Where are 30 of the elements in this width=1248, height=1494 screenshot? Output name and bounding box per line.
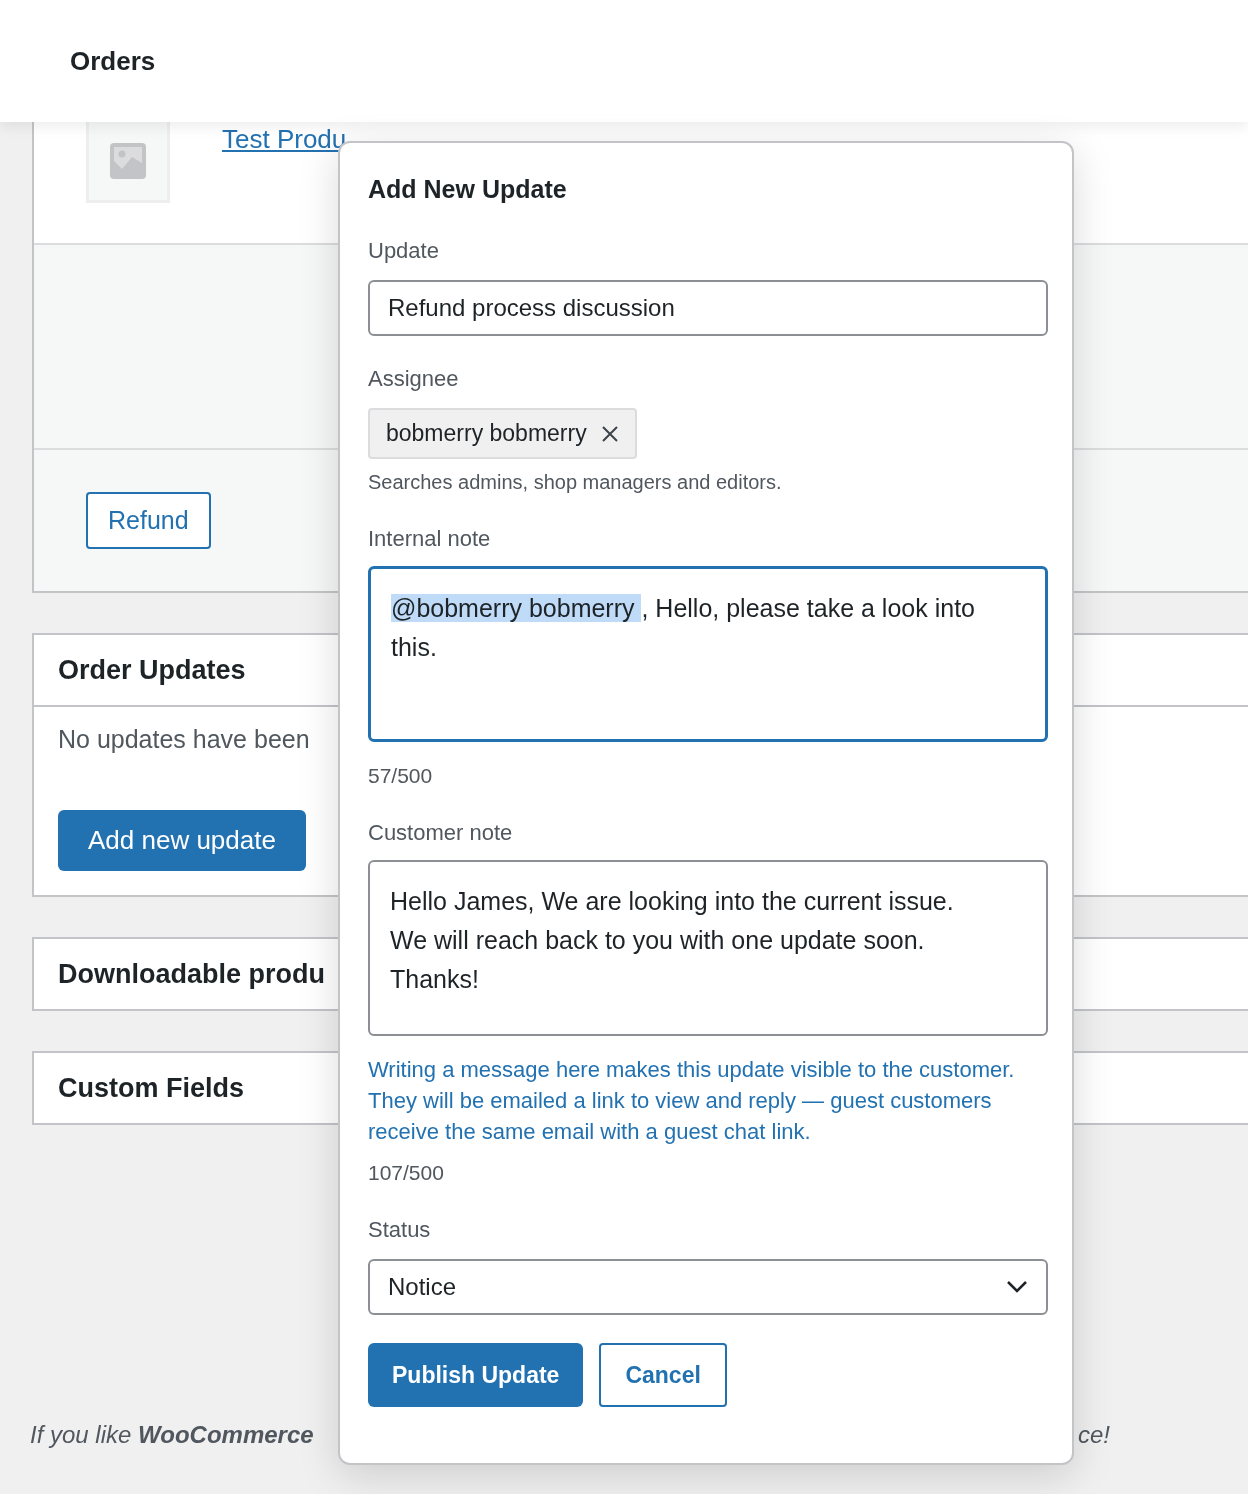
page-title: Orders: [70, 45, 156, 77]
footer-text: ce!: [1078, 1421, 1110, 1449]
update-input-field[interactable]: Refund process discussion: [368, 280, 1048, 336]
publish-button[interactable]: Publish Update: [368, 1343, 584, 1407]
field-label: Internal note: [368, 526, 492, 552]
field-label: Assignee: [368, 366, 460, 392]
panel-title: Order Updates: [58, 654, 246, 686]
panel-title: Downloadable produ: [58, 958, 325, 990]
field-label: Customer note: [368, 820, 514, 846]
panel-title: Custom Fields: [58, 1072, 245, 1104]
status-select[interactable]: Notice: [368, 1259, 1048, 1315]
add-update-button[interactable]: Add new update: [58, 810, 306, 871]
internal-note-field[interactable]: @bobmerry bobmerry , Hello, please take a look into this.: [368, 566, 1048, 742]
field-label: Update: [368, 238, 440, 264]
cancel-button[interactable]: Cancel: [599, 1343, 727, 1407]
footer-text: If you like WooCommerce: [30, 1421, 314, 1449]
help-text: Writing a message here makes this update visible to the customer. They will be emailed a link to view and reply — guest customers receive the same email with a guest chat link.: [368, 1056, 1016, 1146]
empty-message: No updates have been: [58, 725, 310, 754]
assignee-chip[interactable]: bobmerry bobmerry: [368, 408, 637, 459]
customer-note-field[interactable]: Hello James, We are looking into the current issue. We will reach back to you with one update soon. Thanks!: [368, 860, 1048, 1036]
help-text: Searches admins, shop managers and editors.: [368, 471, 783, 494]
chevron-down-icon: [1006, 1280, 1028, 1294]
product-link[interactable]: Test Produ: [222, 124, 347, 155]
refund-button[interactable]: Refund: [86, 492, 211, 549]
character-count: 107/500: [368, 1161, 445, 1185]
character-count: 57/500: [368, 764, 434, 788]
dialog-title: Add New Update: [368, 175, 568, 204]
close-icon[interactable]: [600, 424, 619, 443]
assignee-name: bobmerry bobmerry: [386, 420, 587, 447]
field-label: Status: [368, 1217, 432, 1243]
